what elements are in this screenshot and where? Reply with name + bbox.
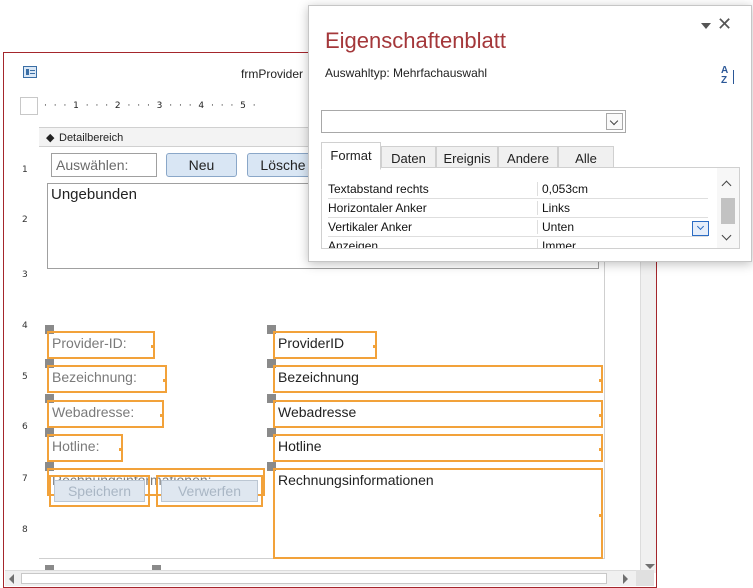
- scroll-thumb[interactable]: [721, 198, 735, 224]
- property-row[interactable]: Horizontaler Anker Links: [328, 199, 708, 218]
- save-button-selection[interactable]: Speichern: [49, 475, 150, 507]
- property-name: Horizontaler Anker: [328, 201, 427, 215]
- ruler-mark: 7: [22, 474, 28, 484]
- tab-andere[interactable]: Andere: [498, 146, 558, 169]
- scroll-down-icon[interactable]: [645, 564, 655, 569]
- scroll-left-icon[interactable]: [9, 574, 14, 584]
- ruler-mark: 1: [22, 165, 28, 175]
- property-sheet-title: Eigenschaftenblatt: [325, 28, 507, 53]
- chevron-down-icon[interactable]: [606, 113, 623, 130]
- ruler-mark: 8: [22, 525, 28, 535]
- ruler-mark: 6: [22, 422, 28, 432]
- property-sheet-panel: Eigenschaftenblatt ✕ Auswahltyp: Mehrfac…: [308, 5, 752, 262]
- object-selector[interactable]: [321, 110, 626, 133]
- ruler-corner-selector[interactable]: [20, 97, 38, 115]
- field-webadresse[interactable]: Webadresse: [273, 400, 603, 428]
- property-name: Anzeigen: [328, 239, 379, 249]
- sort-az-icon[interactable]: AZ: [721, 66, 741, 90]
- label-hotline[interactable]: Hotline:: [47, 434, 123, 462]
- property-name: Vertikaler Anker: [328, 220, 413, 234]
- ruler-mark: 2: [22, 215, 28, 225]
- property-row[interactable]: Anzeigen Immer: [328, 237, 708, 249]
- horizontal-scrollbar[interactable]: [5, 570, 636, 586]
- tab-alle[interactable]: Alle: [558, 146, 614, 169]
- scroll-right-icon[interactable]: [623, 574, 628, 584]
- form-icon: [23, 66, 37, 78]
- property-value[interactable]: Links: [537, 201, 702, 215]
- label-bezeichnung[interactable]: Bezeichnung:: [47, 365, 167, 393]
- chevron-up-icon[interactable]: [721, 180, 732, 191]
- close-icon[interactable]: ✕: [717, 14, 732, 35]
- select-label[interactable]: Auswählen:: [51, 153, 157, 177]
- field-provider-id[interactable]: ProviderID: [273, 331, 377, 359]
- selection-type: Auswahltyp: Mehrfachauswahl: [325, 66, 488, 80]
- panel-options-icon[interactable]: [701, 23, 711, 29]
- tab-format[interactable]: Format: [321, 142, 381, 170]
- discard-button[interactable]: Verwerfen: [161, 480, 258, 502]
- property-value[interactable]: Immer: [537, 239, 702, 248]
- new-button[interactable]: Neu: [166, 153, 237, 177]
- vertical-ruler: 1 2 3 4 5 6 7 8: [20, 147, 34, 567]
- label-webadresse[interactable]: Webadresse:: [47, 400, 164, 428]
- property-name: Textabstand rechts: [328, 182, 429, 196]
- tab-daten[interactable]: Daten: [381, 146, 436, 169]
- ruler-mark: 5: [22, 372, 28, 382]
- property-grid: Textabstand rechts 0,053cm Horizontaler …: [321, 167, 740, 249]
- ruler-mark: 4: [22, 321, 28, 331]
- property-tabs: Format Daten Ereignis Andere Alle: [321, 142, 741, 170]
- property-row[interactable]: Vertikaler Anker Unten: [328, 218, 709, 237]
- discard-button-selection[interactable]: Verwerfen: [156, 475, 263, 507]
- label-provider-id[interactable]: Provider-ID:: [47, 331, 155, 359]
- property-value[interactable]: 0,053cm: [537, 182, 702, 196]
- field-bezeichnung[interactable]: Bezeichnung: [273, 365, 603, 393]
- scrollbar-corner: [636, 570, 654, 586]
- horizontal-scroll-thumb[interactable]: [21, 573, 607, 584]
- field-rechnungsinformationen[interactable]: Rechnungsinformationen: [273, 468, 603, 559]
- property-value[interactable]: Unten: [537, 220, 702, 234]
- property-grid-scrollbar[interactable]: [717, 168, 739, 248]
- property-row[interactable]: Textabstand rechts 0,053cm: [328, 180, 708, 199]
- section-collapse-icon: ◆: [46, 132, 55, 144]
- save-button[interactable]: Speichern: [54, 480, 145, 502]
- field-hotline[interactable]: Hotline: [273, 434, 603, 462]
- section-label: Detailbereich: [59, 132, 124, 144]
- chevron-down-icon[interactable]: [692, 221, 709, 236]
- ruler-mark: 3: [22, 270, 28, 280]
- form-title: frmProvider: [241, 67, 304, 81]
- tab-ereignis[interactable]: Ereignis: [436, 146, 498, 169]
- chevron-down-icon[interactable]: [721, 230, 732, 241]
